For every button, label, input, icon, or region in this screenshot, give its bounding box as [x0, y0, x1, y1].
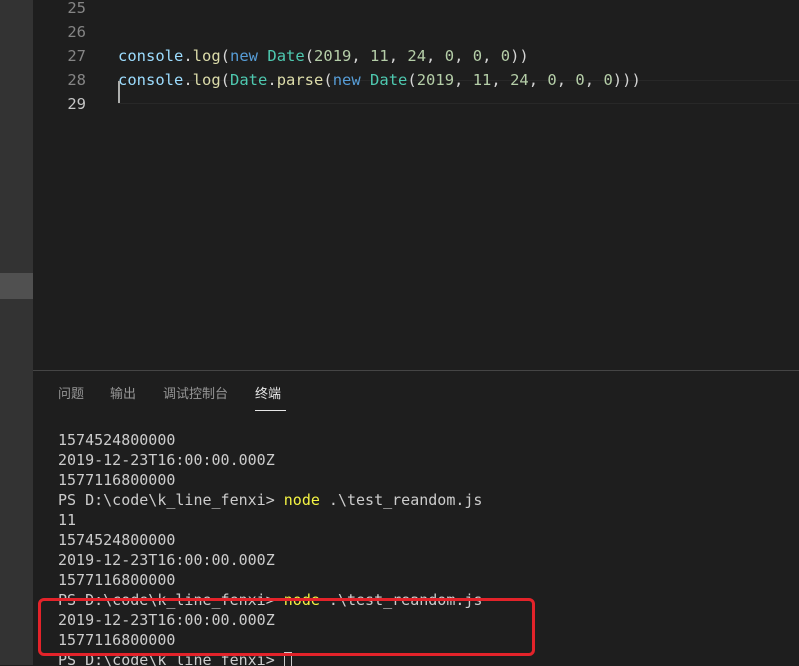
code-token: log: [192, 71, 221, 89]
terminal-line: 1577116800000: [58, 470, 482, 490]
code-token: ,: [454, 71, 473, 89]
code-token: log: [192, 47, 221, 65]
code-token: ,: [426, 47, 445, 65]
tab-terminal[interactable]: 终端: [255, 387, 281, 403]
code-token: 0: [575, 71, 585, 89]
terminal-line: 11: [58, 510, 482, 530]
code-token: (: [220, 47, 231, 65]
code-token: (: [304, 47, 315, 65]
code-token: .: [267, 71, 277, 89]
code-token: 11: [472, 71, 492, 89]
terminal-line: 2019-12-23T16:00:00.000Z: [58, 550, 482, 570]
code-text: console.log(Date.parse(new Date(2019, 11…: [118, 68, 641, 92]
code-token: console: [118, 71, 184, 89]
code-token: ))): [612, 71, 641, 89]
code-token: ,: [584, 71, 604, 89]
code-token: ,: [388, 47, 408, 65]
active-tab-underline: [255, 410, 286, 411]
line-number: 25: [67, 0, 86, 17]
code-token: 0: [603, 71, 613, 89]
code-line[interactable]: 27 console.log(new Date(2019, 11, 24, 0, …: [33, 44, 799, 68]
code-token: ,: [482, 47, 501, 65]
code-token: new: [230, 47, 259, 65]
line-number: 27: [67, 47, 86, 65]
code-token: Date: [370, 71, 408, 89]
code-token: (: [323, 71, 333, 89]
code-token: 2019: [416, 71, 455, 89]
code-token: 0: [500, 47, 511, 65]
code-token: ,: [351, 47, 371, 65]
code-token: ,: [528, 71, 548, 89]
terminal-output-text: 11: [58, 511, 77, 529]
activity-bar-active-item[interactable]: [0, 273, 33, 299]
code-token: Date: [230, 71, 268, 89]
code-line[interactable]: 26: [33, 20, 799, 44]
code-token: ,: [491, 71, 511, 89]
text-caret: [118, 81, 120, 103]
terminal-output-text: 1577116800000: [58, 471, 176, 489]
terminal-prompt: PS D:\code\k_line_fenxi>: [58, 491, 284, 509]
code-token: (: [220, 71, 231, 89]
code-token: console: [118, 47, 184, 65]
code-token: 24: [407, 47, 427, 65]
code-line[interactable]: 28 console.log(Date.parse(new Date(2019, …: [33, 68, 799, 92]
code-token: ,: [556, 71, 576, 89]
terminal-command-args: .\test_reandom.js: [319, 491, 483, 509]
code-token: 0: [547, 71, 557, 89]
code-text: console.log(new Date(2019, 11, 24, 0, 0,…: [118, 44, 529, 68]
code-token: 0: [444, 47, 455, 65]
code-token: )): [510, 47, 529, 65]
tab-debug-console[interactable]: 调试控制台: [163, 387, 228, 403]
line-number: 28: [67, 71, 86, 89]
code-token: parse: [276, 71, 324, 89]
tab-output[interactable]: 输出: [110, 387, 136, 403]
terminal-output-text: 2019-12-23T16:00:00.000Z: [58, 551, 275, 569]
terminal-line: 1577116800000: [58, 570, 482, 590]
code-token: .: [183, 71, 193, 89]
line-number: 29: [67, 95, 86, 113]
code-token: ,: [454, 47, 473, 65]
code-token: 11: [370, 47, 389, 65]
terminal-output-text: 2019-12-23T16:00:00.000Z: [58, 451, 275, 469]
code-token: 0: [472, 47, 483, 65]
terminal-line: 2019-12-23T16:00:00.000Z: [58, 450, 482, 470]
code-editor[interactable]: 25 26 27 console.log(new Date(2019, 11, 24,…: [33, 0, 799, 370]
code-token: (: [407, 71, 417, 89]
code-line[interactable]: 29: [33, 92, 799, 116]
terminal-command: node: [283, 491, 320, 509]
code-token: 2019: [314, 47, 352, 65]
red-highlight-box: [38, 598, 535, 656]
line-number: 26: [67, 23, 86, 41]
terminal-line: 1574524800000: [58, 430, 482, 450]
code-token: new: [332, 71, 361, 89]
terminal-line: PS D:\code\k_line_fenxi> node .\test_rea…: [58, 490, 482, 510]
activity-bar: [0, 0, 33, 665]
code-token: Date: [267, 47, 305, 65]
code-token: 24: [510, 71, 529, 89]
tab-problems[interactable]: 问题: [58, 387, 84, 403]
code-line[interactable]: 25: [33, 0, 799, 20]
terminal-output-text: 1574524800000: [58, 531, 176, 549]
code-token: .: [183, 47, 193, 65]
terminal-output-text: 1574524800000: [58, 431, 176, 449]
terminal-line: 1574524800000: [58, 530, 482, 550]
terminal-output-text: 1577116800000: [58, 571, 176, 589]
